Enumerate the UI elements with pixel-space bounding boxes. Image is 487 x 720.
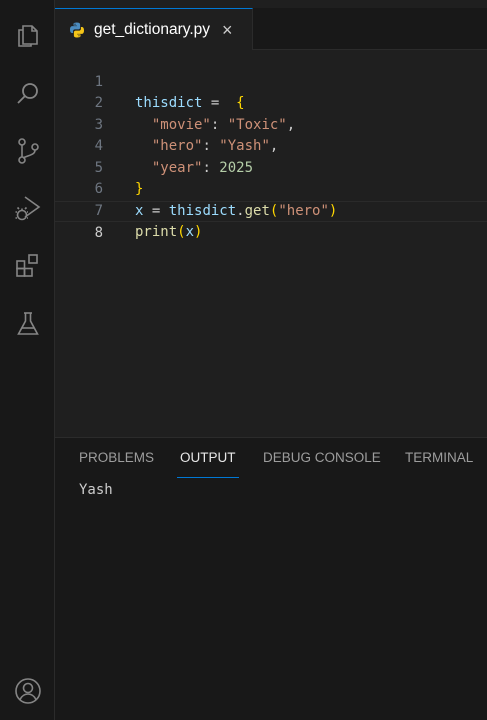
explorer-button[interactable]: [0, 12, 55, 60]
close-icon[interactable]: ×: [222, 21, 233, 39]
source-control-button[interactable]: [0, 127, 55, 175]
code-token: x: [185, 224, 195, 240]
activity-bar: [0, 0, 55, 720]
tab-problems[interactable]: PROBLEMS: [79, 438, 154, 476]
code-token: ): [194, 224, 203, 240]
search-button[interactable]: [0, 70, 55, 118]
tab-terminal[interactable]: TERMINAL: [405, 438, 473, 476]
testing-button[interactable]: [0, 300, 55, 348]
editor-tab-bar: get_dictionary.py ×: [55, 8, 487, 50]
code-line: 6 x = thisdict.get("hero"): [55, 158, 487, 219]
tab-get-dictionary[interactable]: get_dictionary.py ×: [55, 8, 253, 50]
code-line: 3 "hero": "Yash",: [55, 93, 487, 155]
code-token: (: [177, 224, 186, 240]
code-line: 7 print(x): [55, 179, 487, 241]
explorer-icon: [17, 25, 38, 47]
output-text: Yash: [79, 482, 113, 498]
code-token: print: [135, 224, 178, 240]
testing-icon: [16, 312, 39, 335]
code-line: 2 "movie": "Toxic",: [55, 72, 487, 133]
extensions-icon: [15, 254, 38, 277]
run-debug-button[interactable]: [0, 184, 55, 232]
source-control-icon: [17, 138, 39, 164]
current-line: 8: [55, 200, 487, 241]
tab-debug-console[interactable]: DEBUG CONSOLE: [263, 438, 381, 476]
tab-filename: get_dictionary.py: [94, 20, 211, 38]
code-line: 1 thisdict = {: [55, 50, 487, 112]
code-line: 5 }: [55, 136, 487, 198]
code-line: 4 "year": 2025: [55, 115, 487, 176]
bottom-panel: PROBLEMS OUTPUT DEBUG CONSOLE TERMINAL Y…: [55, 437, 487, 720]
tab-output[interactable]: OUTPUT: [177, 438, 238, 478]
search-icon: [16, 83, 38, 104]
run-debug-icon: [15, 196, 40, 221]
code-editor[interactable]: 1 thisdict = { 2 "movie": "Toxic", 3 "he…: [55, 50, 487, 437]
python-file-icon: [70, 22, 84, 37]
account-button[interactable]: [0, 667, 55, 715]
line-number: 8: [94, 225, 103, 241]
account-icon: [14, 678, 41, 704]
extensions-button[interactable]: [0, 242, 55, 290]
vscode-window: get_dictionary.py × 1 thisdict = { 2 "mo…: [0, 0, 487, 720]
